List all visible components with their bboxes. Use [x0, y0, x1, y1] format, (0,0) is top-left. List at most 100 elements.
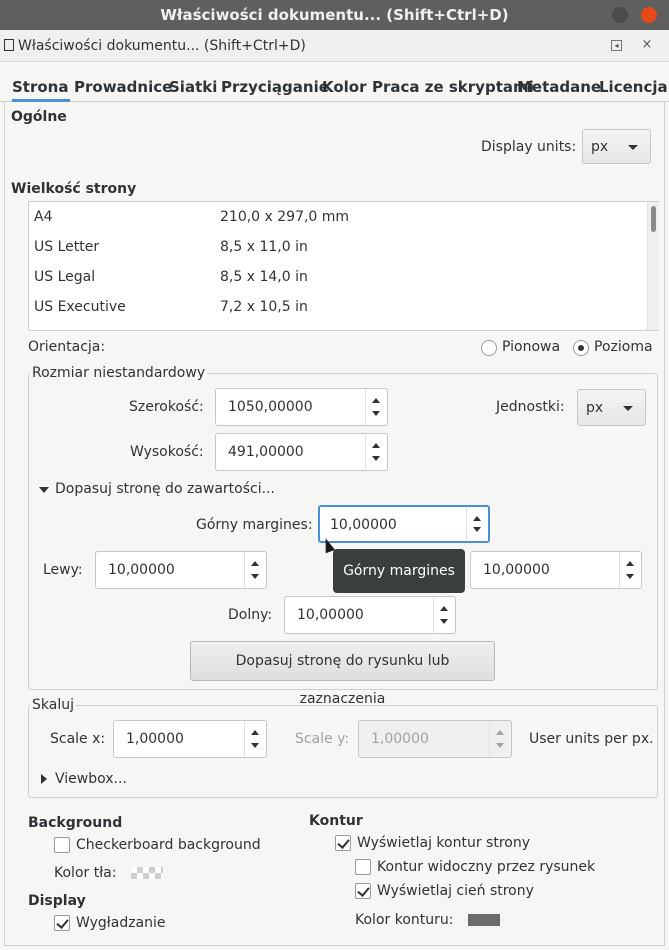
detach-icon[interactable]: ◂ [611, 40, 622, 51]
chevron-down-icon [623, 406, 633, 411]
display-heading: Display [28, 893, 86, 909]
tab-skrypty[interactable]: Praca ze skryptami [372, 70, 534, 102]
dialog-panel-header: Właściwości dokumentu... (Shift+Ctrl+D) … [0, 30, 669, 62]
scale-x-value: 1,00000 [126, 731, 184, 747]
expander-down-icon[interactable] [39, 487, 49, 493]
custom-size-legend: Rozmiar niestandardowy [30, 363, 208, 383]
height-spinbox[interactable]: 491,00000 [215, 433, 388, 471]
tab-strona[interactable]: Strona [12, 70, 70, 102]
border-on-top-checkbox[interactable] [355, 859, 371, 875]
page-size-dimension: 210,0 x 297,0 mm [220, 209, 350, 225]
increment-icon[interactable] [372, 398, 380, 403]
show-border-checkbox[interactable] [335, 835, 351, 851]
landscape-label[interactable]: Pozioma [594, 337, 653, 357]
page-size-name: A4 [34, 209, 53, 225]
expander-right-icon[interactable] [41, 774, 47, 784]
scrollbar-thumb[interactable] [651, 206, 656, 232]
border-on-top-label[interactable]: Kontur widoczny przez rysunek [377, 857, 595, 877]
decrement-icon[interactable] [372, 411, 380, 416]
background-color-label: Kolor tła: [54, 865, 117, 881]
bottom-margin-spinbox[interactable]: 10,00000 [284, 596, 456, 634]
panel-title: Właściwości dokumentu... (Shift+Ctrl+D) [18, 38, 306, 54]
list-item[interactable]: A4 [34, 202, 52, 232]
decrement-icon[interactable] [372, 456, 380, 461]
units-select[interactable]: px [577, 389, 646, 426]
tab-siatki[interactable]: Siatki [169, 70, 217, 102]
page-size-dimension: 8,5 x 14,0 in [220, 269, 308, 285]
increment-icon[interactable] [372, 443, 380, 448]
tab-licencja[interactable]: Licencja [599, 70, 668, 102]
bottom-margin-label: Dolny: [228, 607, 273, 623]
decrement-icon [496, 743, 504, 748]
checkerboard-checkbox[interactable] [54, 837, 70, 853]
tooltip: Górny margines [333, 549, 465, 593]
scale-x-spinbox[interactable]: 1,00000 [113, 720, 267, 758]
scale-y-value: 1,00000 [371, 731, 429, 747]
checkerboard-label[interactable]: Checkerboard background [76, 835, 261, 855]
user-units-label: User units per px. [529, 731, 654, 747]
width-label: Szerokość: [129, 399, 204, 415]
page-shadow-label[interactable]: Wyświetlaj cień strony [377, 881, 534, 901]
antialias-label[interactable]: Wygładzanie [76, 913, 166, 933]
top-margin-spinbox[interactable]: 10,00000 [318, 505, 490, 543]
units-value: px [586, 400, 604, 416]
left-margin-label: Lewy: [43, 562, 83, 578]
portrait-label[interactable]: Pionowa [502, 337, 560, 357]
list-scrollbar[interactable] [647, 202, 659, 330]
window-title: Właściwości dokumentu... (Shift+Ctrl+D) [160, 6, 509, 24]
tab-metadane[interactable]: Metadane [517, 70, 601, 102]
tab-kolor[interactable]: Kolor [322, 70, 367, 102]
page-size-dimension: 8,5 x 11,0 in [220, 239, 308, 255]
decrement-icon[interactable] [626, 574, 634, 579]
list-item[interactable]: US Letter [34, 232, 99, 262]
landscape-radio[interactable] [573, 340, 589, 356]
list-item[interactable]: US Legal [34, 262, 95, 292]
scale-x-label: Scale x: [50, 731, 106, 747]
increment-icon[interactable] [440, 606, 448, 611]
right-margin-value: 10,00000 [483, 562, 550, 578]
right-margin-spinbox[interactable]: 10,00000 [470, 551, 642, 589]
viewbox-expander[interactable]: Viewbox... [55, 769, 127, 789]
chevron-down-icon [628, 145, 638, 150]
height-value: 491,00000 [228, 444, 304, 460]
left-margin-value: 10,00000 [108, 562, 175, 578]
border-heading: Kontur [309, 813, 363, 829]
decrement-icon[interactable] [251, 743, 259, 748]
display-units-select[interactable]: px [582, 129, 651, 164]
scale-legend: Skaluj [30, 695, 76, 715]
background-heading: Background [28, 815, 123, 831]
page-shadow-checkbox[interactable] [355, 883, 371, 899]
antialias-checkbox[interactable] [54, 915, 70, 931]
decrement-icon[interactable] [440, 619, 448, 624]
window-titlebar[interactable]: Właściwości dokumentu... (Shift+Ctrl+D) [0, 0, 669, 30]
fit-page-button[interactable]: Dopasuj stronę do rysunku lub zaznaczeni… [190, 641, 495, 707]
fit-expander[interactable]: Dopasuj stronę do zawartości... [55, 479, 275, 499]
tab-bar: Strona Prowadnice Siatki Przyciąganie Ko… [0, 70, 669, 102]
page-size-list[interactable]: A4 210,0 x 297,0 mm US Letter 8,5 x 11,0… [28, 201, 659, 331]
display-units-label: Display units: [481, 139, 577, 155]
increment-icon[interactable] [251, 730, 259, 735]
show-border-label[interactable]: Wyświetlaj kontur strony [357, 833, 530, 853]
units-label: Jednostki: [496, 399, 565, 415]
close-panel-icon[interactable]: × [640, 38, 654, 52]
list-item[interactable]: US Executive [34, 292, 126, 322]
general-heading: Ogólne [11, 109, 67, 125]
top-margin-value: 10,00000 [330, 517, 397, 533]
tab-prowadnice[interactable]: Prowadnice [74, 70, 172, 102]
border-color-swatch[interactable] [468, 914, 500, 926]
portrait-radio[interactable] [481, 340, 497, 356]
bottom-margin-value: 10,00000 [297, 607, 364, 623]
minimize-button[interactable] [612, 7, 628, 23]
top-margin-label: Górny margines: [196, 517, 313, 533]
close-button[interactable] [641, 7, 657, 23]
width-spinbox[interactable]: 1050,00000 [215, 388, 388, 426]
width-value: 1050,00000 [228, 399, 313, 415]
decrement-icon[interactable] [473, 527, 481, 532]
background-color-swatch[interactable] [131, 867, 163, 879]
increment-icon[interactable] [473, 516, 481, 521]
left-margin-spinbox[interactable]: 10,00000 [95, 551, 267, 589]
increment-icon[interactable] [626, 561, 634, 566]
tab-przyciaganie[interactable]: Przyciąganie [221, 70, 329, 102]
decrement-icon[interactable] [251, 574, 259, 579]
increment-icon[interactable] [251, 561, 259, 566]
